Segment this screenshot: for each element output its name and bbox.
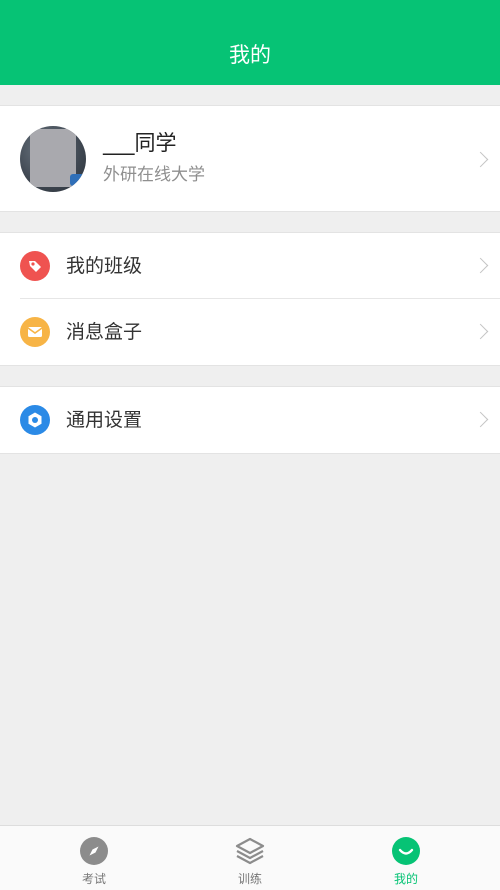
menu-item-message-box[interactable]: 消息盒子 bbox=[0, 299, 500, 365]
tab-exam[interactable]: 考试 bbox=[11, 826, 177, 890]
bottom-tab-bar: 考试 训练 我的 bbox=[0, 825, 500, 890]
compass-icon bbox=[79, 836, 109, 866]
menu-item-label: 通用设置 bbox=[66, 409, 143, 431]
menu-item-label: 消息盒子 bbox=[66, 321, 143, 343]
menu-item-my-class[interactable]: 我的班级 bbox=[0, 233, 500, 299]
tab-mine[interactable]: 我的 bbox=[323, 826, 489, 890]
profile-card[interactable] bbox=[0, 105, 500, 212]
menu-item-general-settings[interactable]: 通用设置 bbox=[0, 387, 500, 453]
layers-glyph bbox=[235, 837, 265, 865]
tag-glyph bbox=[29, 261, 41, 272]
user-smile-glyph bbox=[392, 837, 420, 865]
tab-label: 考试 bbox=[81, 872, 106, 886]
page-title: 我的 bbox=[229, 43, 271, 67]
profile-name: ___同学 bbox=[103, 131, 177, 155]
top-nav-bar: 我的 bbox=[0, 0, 500, 85]
user-smile-icon bbox=[391, 836, 421, 866]
menu-item-label: 我的班级 bbox=[66, 255, 143, 277]
menu-group-settings: 通用设置 bbox=[0, 386, 500, 454]
settings-glyph bbox=[28, 412, 42, 428]
avatar[interactable] bbox=[20, 126, 86, 192]
compass-glyph bbox=[80, 837, 108, 865]
tab-label: 我的 bbox=[393, 872, 418, 886]
chevron-right-icon bbox=[472, 323, 489, 340]
chevron-right-icon bbox=[472, 257, 489, 274]
avatar-detail bbox=[70, 174, 84, 186]
settings-icon bbox=[20, 405, 50, 435]
mail-icon bbox=[20, 317, 50, 347]
chevron-right-icon bbox=[472, 411, 489, 428]
chevron-right-icon bbox=[472, 151, 489, 168]
layers-icon bbox=[235, 836, 265, 866]
tab-label: 训练 bbox=[237, 872, 262, 886]
profile-organization: 外研在线大学 bbox=[103, 165, 205, 185]
tag-icon bbox=[20, 251, 50, 281]
mail-glyph bbox=[27, 327, 43, 337]
tab-training[interactable]: 训练 bbox=[167, 826, 333, 890]
menu-group-primary: 我的班级 消息盒子 bbox=[0, 232, 500, 366]
